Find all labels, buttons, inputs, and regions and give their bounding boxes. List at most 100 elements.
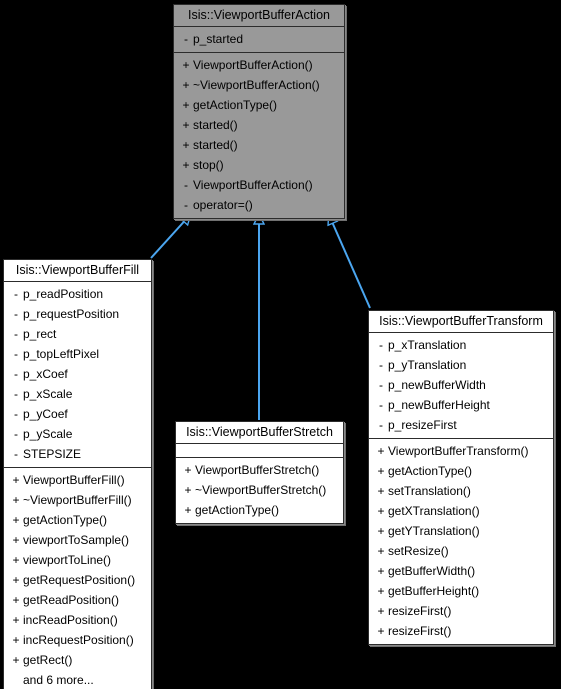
method-row: + ViewportBufferTransform() <box>369 441 553 461</box>
attribute-row: - p_readPosition <box>4 284 151 304</box>
class-box-viewportbufferaction[interactable]: Isis::ViewportBufferAction - p_started +… <box>173 4 345 219</box>
member-name: p_readPosition <box>23 287 104 301</box>
method-row: + getBufferWidth() <box>369 561 553 581</box>
member-name: ViewportBufferFill() <box>23 473 125 487</box>
methods-section-stretch: + ViewportBufferStretch() + ~ViewportBuf… <box>176 458 343 523</box>
member-name: ViewportBufferStretch() <box>195 463 320 477</box>
method-row: + viewportToSample() <box>4 530 151 550</box>
method-row: + setTranslation() <box>369 481 553 501</box>
method-row: + incReadPosition() <box>4 610 151 630</box>
visibility-marker: + <box>12 633 20 647</box>
visibility-marker: - <box>379 398 383 412</box>
visibility-marker: - <box>14 387 18 401</box>
attribute-row: - p_requestPosition <box>4 304 151 324</box>
attributes-section-action: - p_started <box>174 27 344 53</box>
member-name: p_yTranslation <box>388 358 467 372</box>
visibility-marker: + <box>182 138 190 152</box>
visibility-marker: - <box>14 347 18 361</box>
method-row: + getBufferHeight() <box>369 581 553 601</box>
visibility-marker: - <box>379 378 383 392</box>
attribute-row: - p_newBufferHeight <box>369 395 553 415</box>
member-name: setTranslation() <box>388 484 471 498</box>
visibility-marker: + <box>12 513 20 527</box>
attributes-section-transform: - p_xTranslation - p_yTranslation - p_ne… <box>369 333 553 439</box>
visibility-marker: + <box>182 78 190 92</box>
method-row: + ~ViewportBufferAction() <box>174 75 344 95</box>
class-title-viewportbufferstretch: Isis::ViewportBufferStretch <box>176 422 343 444</box>
methods-section-transform: + ViewportBufferTransform() + getActionT… <box>369 439 553 644</box>
member-name: getBufferHeight() <box>388 584 480 598</box>
member-name: started() <box>193 118 238 132</box>
visibility-marker: - <box>184 198 188 212</box>
attribute-row: - p_newBufferWidth <box>369 375 553 395</box>
uml-class-diagram: Isis::ViewportBufferAction - p_started +… <box>0 0 561 689</box>
visibility-marker: + <box>377 524 385 538</box>
member-name: getActionType() <box>23 513 108 527</box>
method-row: + getActionType() <box>176 500 343 520</box>
class-title-viewportbufferfill: Isis::ViewportBufferFill <box>4 260 151 282</box>
visibility-marker: + <box>12 553 20 567</box>
member-name: p_started <box>193 32 244 46</box>
method-row: + getActionType() <box>4 510 151 530</box>
visibility-marker: - <box>14 327 18 341</box>
method-row: + ViewportBufferStretch() <box>176 460 343 480</box>
class-box-viewportbufferfill[interactable]: Isis::ViewportBufferFill - p_readPositio… <box>3 259 152 689</box>
visibility-marker: + <box>184 483 192 497</box>
member-name: p_newBufferWidth <box>388 378 486 392</box>
method-row: + getXTranslation() <box>369 501 553 521</box>
member-name: ViewportBufferAction() <box>193 178 313 192</box>
member-name: ViewportBufferTransform() <box>388 444 529 458</box>
visibility-marker: + <box>182 98 190 112</box>
member-name: setResize() <box>388 544 449 558</box>
member-name: p_requestPosition <box>23 307 120 321</box>
attribute-row: - p_resizeFirst <box>369 415 553 435</box>
method-row: + resizeFirst() <box>369 601 553 621</box>
method-row: - ViewportBufferAction() <box>174 175 344 195</box>
visibility-marker: + <box>182 118 190 132</box>
method-row: + getRect() <box>4 650 151 670</box>
method-row: + setResize() <box>369 541 553 561</box>
visibility-marker: - <box>184 178 188 192</box>
member-name: getXTranslation() <box>388 504 480 518</box>
member-name: STEPSIZE <box>23 447 82 461</box>
member-name: getReadPosition() <box>23 593 120 607</box>
member-name: p_xCoef <box>23 367 68 381</box>
visibility-marker: - <box>14 367 18 381</box>
class-box-viewportbuffertransform[interactable]: Isis::ViewportBufferTransform - p_xTrans… <box>368 310 554 645</box>
visibility-marker: + <box>184 503 192 517</box>
visibility-marker: - <box>14 427 18 441</box>
method-row: + started() <box>174 135 344 155</box>
method-row: + started() <box>174 115 344 135</box>
visibility-marker: + <box>377 604 385 618</box>
attribute-row: - p_yCoef <box>4 404 151 424</box>
member-name: getRect() <box>23 653 73 667</box>
member-name: getYTranslation() <box>388 524 480 538</box>
attribute-row: - p_yTranslation <box>369 355 553 375</box>
visibility-marker: + <box>377 544 385 558</box>
method-row: + stop() <box>174 155 344 175</box>
methods-section-fill: + ViewportBufferFill() + ~ViewportBuffer… <box>4 468 151 689</box>
attributes-section-stretch <box>176 444 343 458</box>
member-name: ViewportBufferAction() <box>193 58 313 72</box>
visibility-marker: - <box>379 358 383 372</box>
member-name: resizeFirst() <box>388 624 452 638</box>
class-title-viewportbufferaction: Isis::ViewportBufferAction <box>174 5 344 27</box>
attribute-row: - p_yScale <box>4 424 151 444</box>
visibility-marker: + <box>184 463 192 477</box>
attribute-row: - STEPSIZE <box>4 444 151 464</box>
visibility-marker: + <box>12 593 20 607</box>
visibility-marker: + <box>377 444 385 458</box>
visibility-marker: - <box>14 407 18 421</box>
visibility-marker: + <box>377 504 385 518</box>
attribute-row: - p_xTranslation <box>369 335 553 355</box>
visibility-marker: + <box>12 493 20 507</box>
method-row: + getActionType() <box>369 461 553 481</box>
member-name: getActionType() <box>193 98 278 112</box>
member-name: p_topLeftPixel <box>23 347 100 361</box>
class-box-viewportbufferstretch[interactable]: Isis::ViewportBufferStretch + ViewportBu… <box>175 421 344 524</box>
method-row: + viewportToLine() <box>4 550 151 570</box>
member-name: getActionType() <box>388 464 473 478</box>
visibility-marker: - <box>184 32 188 46</box>
attribute-row: - p_xScale <box>4 384 151 404</box>
visibility-marker: + <box>12 473 20 487</box>
